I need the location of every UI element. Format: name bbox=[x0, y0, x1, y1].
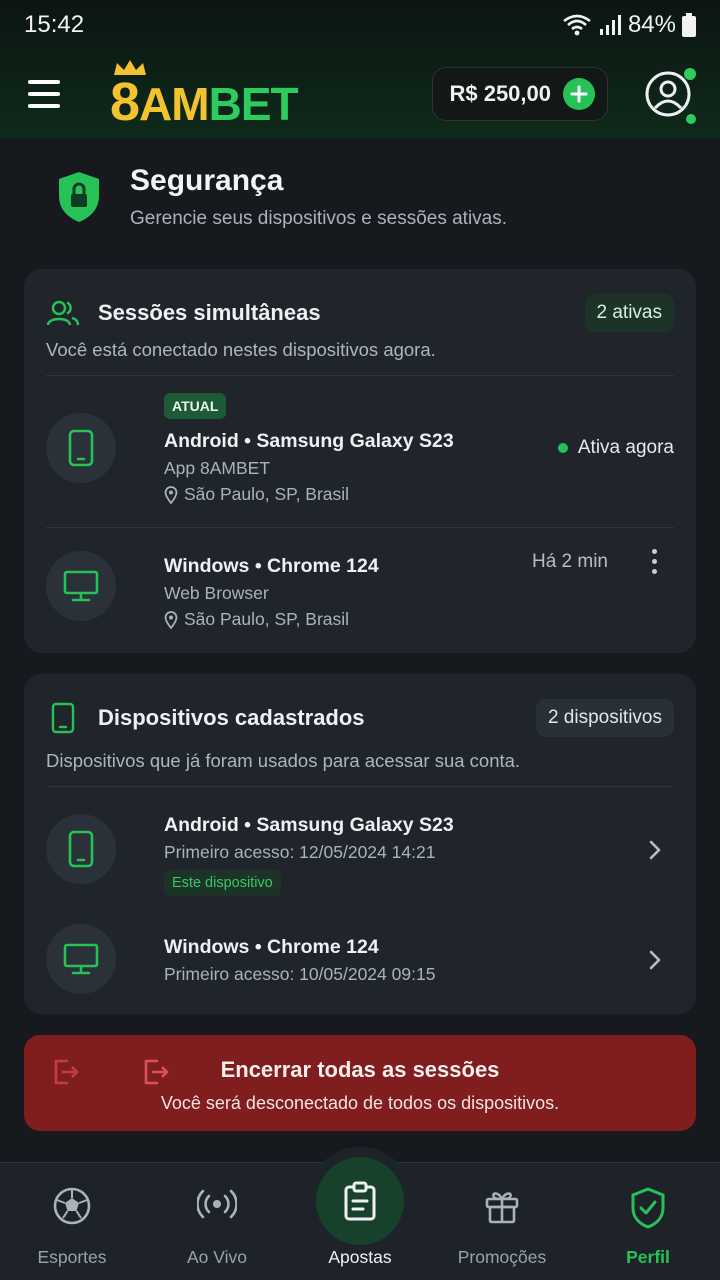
status-bar: 15:42 84% bbox=[0, 0, 720, 50]
devices-title-row: Dispositivos cadastrados 2 dispositivos bbox=[46, 698, 674, 738]
monitor-icon bbox=[63, 570, 99, 602]
battery-icon bbox=[682, 13, 696, 37]
chevron-right-icon[interactable] bbox=[642, 838, 666, 862]
nav-ao-vivo[interactable]: Ao Vivo bbox=[145, 1163, 289, 1280]
device-icon-wrapper bbox=[46, 551, 116, 621]
logo-am: AM bbox=[139, 78, 210, 130]
security-header: Segurança Gerencie seus dispositivos e s… bbox=[52, 162, 672, 242]
map-pin-icon bbox=[164, 610, 178, 629]
live-broadcast-icon bbox=[197, 1189, 237, 1219]
session-location: São Paulo, SP, Brasil bbox=[164, 484, 349, 505]
device-title: Android • Samsung Galaxy S23 bbox=[164, 814, 454, 836]
this-device-badge: Este dispositivo bbox=[164, 870, 281, 896]
device-title: Windows • Chrome 124 bbox=[164, 936, 379, 958]
online-dot bbox=[686, 114, 696, 124]
session-row[interactable]: ATUAL Android • Samsung Galaxy S23 App 8… bbox=[46, 375, 674, 527]
session-location-text: São Paulo, SP, Brasil bbox=[184, 484, 350, 504]
shield-check-icon bbox=[631, 1187, 665, 1229]
nav-label: Esportes bbox=[37, 1247, 107, 1267]
soccer-ball-icon bbox=[53, 1187, 91, 1225]
status-icons: 84% bbox=[562, 11, 696, 39]
logo-8: 8 bbox=[110, 72, 140, 132]
nav-promocoes[interactable]: Promoções bbox=[430, 1163, 574, 1280]
session-device-title: Android • Samsung Galaxy S23 bbox=[164, 430, 454, 452]
page-title: Segurança bbox=[130, 164, 284, 197]
smartphone-icon bbox=[68, 830, 94, 868]
smartphone-icon bbox=[68, 429, 94, 467]
session-client: App 8AMBET bbox=[164, 458, 271, 478]
session-device-title: Windows • Chrome 124 bbox=[164, 555, 379, 577]
sessions-description: Você está conectado nestes dispositivos … bbox=[46, 339, 436, 360]
wifi-icon bbox=[563, 14, 591, 36]
current-badge: ATUAL bbox=[164, 393, 227, 419]
sessions-count-badge: 2 ativas bbox=[584, 294, 674, 332]
devices-title: Dispositivos cadastrados bbox=[98, 705, 365, 730]
kebab-dot bbox=[651, 568, 657, 574]
session-row[interactable]: Windows • Chrome 124 Web Browser São Pau… bbox=[46, 527, 674, 653]
end-all-sessions-button[interactable]: Encerrar todas as sessões Você será desc… bbox=[24, 1035, 696, 1131]
kebab-dot bbox=[651, 558, 657, 564]
hamburger-line bbox=[28, 104, 60, 108]
profile-avatar-button[interactable] bbox=[644, 68, 696, 124]
kebab-dot bbox=[651, 548, 657, 554]
device-first-access: Primeiro acesso: 10/05/2024 09:15 bbox=[164, 964, 436, 984]
hamburger-icon bbox=[28, 80, 60, 84]
devices-description: Dispositivos que já foram usados para ac… bbox=[46, 750, 521, 771]
devices-count-badge: 2 dispositivos bbox=[535, 699, 674, 737]
sessions-title: Sessões simultâneas bbox=[98, 300, 321, 325]
battery-percent: 84% bbox=[627, 11, 676, 38]
device-icon-wrapper bbox=[46, 924, 116, 994]
logo[interactable]: 8AMBET bbox=[110, 59, 299, 132]
device-icon-wrapper bbox=[46, 814, 116, 884]
crown-icon bbox=[114, 60, 146, 75]
device-icon-wrapper bbox=[46, 413, 116, 483]
map-pin-icon bbox=[164, 485, 178, 504]
active-dot bbox=[557, 443, 568, 453]
session-last-seen: Há 2 min bbox=[531, 551, 608, 572]
more-options-icon[interactable] bbox=[644, 541, 664, 581]
devices-card: Dispositivos cadastrados 2 dispositivos … bbox=[24, 674, 696, 1014]
session-status-text: Ativa agora bbox=[577, 437, 674, 458]
sessions-title-row: Sessões simultâneas 2 ativas bbox=[46, 293, 674, 333]
chevron-right-icon[interactable] bbox=[642, 948, 666, 972]
end-all-subtitle: Você será desconectado de todos os dispo… bbox=[160, 1093, 560, 1113]
users-icon bbox=[46, 300, 80, 326]
nav-label: Ao Vivo bbox=[187, 1247, 247, 1267]
monitor-icon bbox=[63, 943, 99, 975]
device-row[interactable]: Android • Samsung Galaxy S23 Primeiro ac… bbox=[46, 786, 674, 908]
session-client: Web Browser bbox=[164, 583, 269, 603]
plus-icon[interactable] bbox=[563, 78, 595, 110]
device-first-access: Primeiro acesso: 12/05/2024 14:21 bbox=[164, 842, 436, 862]
balance-amount: R$ 250,00 bbox=[449, 81, 551, 106]
nav-perfil[interactable]: Perfil bbox=[576, 1163, 720, 1280]
device-row[interactable]: Windows • Chrome 124 Primeiro acesso: 10… bbox=[46, 908, 674, 1008]
balance-button[interactable]: R$ 250,00 bbox=[432, 67, 608, 121]
nav-esportes[interactable]: Esportes bbox=[0, 1163, 144, 1280]
end-all-title: Encerrar todas as sessões bbox=[220, 1057, 500, 1082]
signal-icon bbox=[599, 15, 621, 35]
session-location-text: São Paulo, SP, Brasil bbox=[184, 609, 350, 629]
logo-bet: BET bbox=[208, 78, 299, 130]
menu-button[interactable] bbox=[28, 72, 72, 116]
smartphone-icon bbox=[51, 702, 75, 734]
page-subtitle: Gerencie seus dispositivos e sessões ati… bbox=[130, 208, 508, 229]
logo-text: 8AMBET bbox=[110, 72, 299, 132]
nav-label: Apostas bbox=[328, 1247, 392, 1267]
shield-lock-icon bbox=[59, 172, 99, 222]
hamburger-line bbox=[28, 92, 60, 96]
bottom-navigation: Esportes Ao Vivo Apostas Promoções Perfi… bbox=[0, 1147, 720, 1280]
session-status: Ativa agora bbox=[557, 437, 674, 459]
gift-icon bbox=[485, 1192, 519, 1224]
app-header: 8AMBET R$ 250,00 bbox=[0, 50, 720, 138]
nav-label: Promoções bbox=[457, 1247, 547, 1267]
nav-label: Perfil bbox=[626, 1247, 670, 1267]
notification-dot bbox=[684, 68, 696, 80]
nav-apostas[interactable]: Apostas bbox=[288, 1163, 432, 1280]
sessions-card: Sessões simultâneas 2 ativas Você está c… bbox=[24, 269, 696, 653]
status-time: 15:42 bbox=[24, 11, 85, 38]
session-location: São Paulo, SP, Brasil bbox=[164, 609, 349, 630]
